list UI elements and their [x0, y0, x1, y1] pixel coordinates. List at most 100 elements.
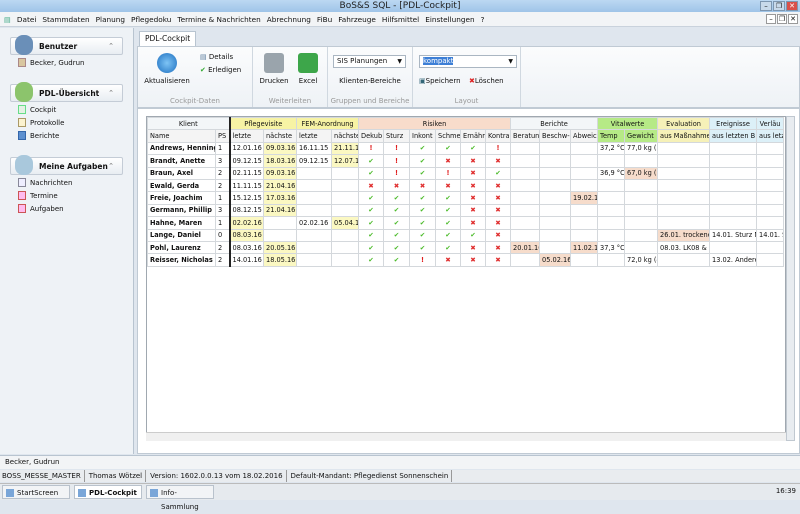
klienten-bereiche-button[interactable]: Klienten-Bereiche	[328, 77, 412, 85]
aktualisieren-button[interactable]: Aktualisieren	[144, 53, 190, 85]
column-header[interactable]: aus letzt	[756, 129, 785, 143]
column-header[interactable]: letzte	[228, 129, 264, 143]
excel-button[interactable]: Excel	[295, 53, 321, 85]
column-header[interactable]: Gewicht	[624, 129, 659, 143]
column-header[interactable]: Inkont	[409, 129, 437, 143]
sidebar-item-termine[interactable]: Termine	[0, 188, 133, 201]
risk-cross-icon: ✖	[460, 178, 487, 193]
bericht-cell: 20.01.16	[510, 240, 541, 255]
drucken-button[interactable]: Drucken	[259, 53, 289, 85]
item-label: Cockpit	[30, 105, 57, 114]
task-pdl-cockpit[interactable]: PDL-Cockpit	[74, 485, 142, 499]
menu-item[interactable]: Pflegedoku	[131, 15, 171, 24]
table-row[interactable]: Pohl, Laurenz 2 08.03.16 20.05.16 ✔ ✔ ✔ ✔ ✖ ✖ 20.0…	[147, 240, 785, 255]
layout-select[interactable]: kompakt ▼	[419, 55, 517, 68]
evaluation-cell	[657, 253, 711, 267]
column-header[interactable]: nächste	[331, 129, 360, 143]
menu-item[interactable]: Planung	[96, 15, 125, 24]
tab-pdl-cockpit[interactable]: PDL-Cockpit ×	[139, 31, 196, 57]
table-row[interactable]: Lange, Daniel 0 08.03.16 ✔ ✔ ✔ ✔ ✔ ✖ 26.01. trock…	[147, 228, 785, 242]
excel-icon	[298, 53, 318, 73]
column-header[interactable]: Sturz	[383, 129, 411, 143]
column-header[interactable]: aus Maßnahme	[657, 129, 711, 143]
sidebar-item-user[interactable]: Becker, Gudrun	[0, 55, 133, 68]
column-header[interactable]: Kontra	[485, 129, 512, 143]
app-menu-icon[interactable]: ▤	[4, 15, 11, 24]
sis-planungen-select[interactable]: SIS Planungen ▼	[333, 55, 406, 68]
column-header[interactable]: Abweicl	[570, 129, 599, 143]
section-benutzer[interactable]: Benutzer ⌃	[10, 35, 123, 55]
mdi-close-button[interactable]: ✕	[788, 14, 798, 24]
section-aufgaben[interactable]: Meine Aufgaben ⌃	[10, 155, 123, 175]
column-header[interactable]: Ernähr	[460, 129, 487, 143]
table-row[interactable]: Andrews, Henning 1 12.01.16 09.03.16 16.11.1…	[147, 141, 785, 156]
table-row[interactable]: Hahne, Maren102.02.1602.02.1605.04.16✔✔✔…	[147, 216, 785, 230]
chevron-up-icon[interactable]: ⌃	[108, 89, 114, 97]
section-pdl[interactable]: PDL-Übersicht ⌃	[10, 82, 123, 102]
menu-item[interactable]: Stammdaten	[42, 15, 89, 24]
menu-item[interactable]: Datei	[17, 15, 36, 24]
column-header[interactable]: aus letzten B	[709, 129, 758, 143]
vertical-scrollbar[interactable]	[786, 116, 795, 441]
risk-check-icon: ✔	[383, 228, 411, 242]
sidebar-item-protokolle[interactable]: Protokolle	[0, 115, 133, 128]
pflegevisite-naechste: 20.05.16	[262, 240, 298, 255]
menu-item[interactable]: ?	[481, 15, 485, 24]
table-row[interactable]: Germann, Phillip 3 08.12.15 21.04.16 ✔ ✔ ✔ ✔ ✖ ✖	[147, 203, 785, 218]
sidebar-item-aufgaben[interactable]: Aufgaben	[0, 201, 133, 214]
sidebar-item-cockpit[interactable]: Cockpit	[0, 102, 133, 115]
client-name: Reisser, Nicholas	[147, 253, 216, 267]
close-button[interactable]: ✕	[786, 1, 798, 11]
table-row[interactable]: Freie, Joachim 1 15.12.15 17.03.16 ✔ ✔ ✔ ✔ ✖ ✖ 19.…	[147, 191, 785, 205]
mdi-restore-button[interactable]: ❐	[777, 14, 787, 24]
column-header[interactable]: letzte	[296, 129, 333, 143]
bericht-cell	[539, 216, 572, 230]
chevron-up-icon[interactable]: ⌃	[108, 162, 114, 170]
column-header[interactable]: Name	[147, 129, 216, 143]
group-cockpit-daten: Aktualisieren ▤ Details ✔ Erledigen Cock…	[138, 47, 253, 107]
task-startscreen[interactable]: StartScreen	[2, 485, 70, 499]
chevron-up-icon[interactable]: ⌃	[108, 42, 114, 50]
sidebar-item-berichte[interactable]: Berichte	[0, 128, 133, 141]
column-header[interactable]: Temp	[597, 129, 626, 143]
fem-letzte: 09.12.15	[296, 154, 333, 168]
status-user: Thomas Wötzel	[89, 470, 147, 482]
mdi-minimize-button[interactable]: –	[766, 14, 776, 24]
table-row[interactable]: Reisser, Nicholas 2 14.01.16 18.05.16 ✔ ✔! ✖ ✖ ✖…	[147, 253, 785, 267]
minimize-button[interactable]: –	[760, 1, 772, 11]
bericht-cell	[510, 203, 541, 218]
menu-item[interactable]: Einstellungen	[425, 15, 474, 24]
task-info-sammlung[interactable]: Info-Sammlung	[146, 485, 214, 511]
bericht-cell	[510, 154, 541, 168]
menu-item[interactable]: Termine & Nachrichten	[177, 15, 260, 24]
table-row[interactable]: Brandt, Anette 3 09.12.15 18.03.16 09.12.15 1…	[147, 154, 785, 168]
column-header[interactable]: nächste	[262, 129, 298, 143]
bericht-cell	[539, 154, 572, 168]
column-header[interactable]: Dekub	[358, 129, 385, 143]
menu-item[interactable]: Abrechnung	[267, 15, 311, 24]
details-button[interactable]: ▤ Details	[200, 53, 233, 61]
loeschen-button[interactable]: ✖Löschen	[469, 77, 504, 85]
group-layout: kompakt ▼ ▣Speichern ✖Löschen Layout	[413, 47, 521, 107]
bericht-cell	[539, 203, 572, 218]
column-header[interactable]: Schme	[435, 129, 462, 143]
risk-check-icon: ✔	[409, 203, 437, 218]
details-icon: ▤	[200, 53, 207, 61]
pflegevisite-naechste: 09.03.16	[262, 166, 298, 180]
menu-item[interactable]: Fahrzeuge	[338, 15, 376, 24]
column-header[interactable]: Beschw-	[539, 129, 572, 143]
restore-button[interactable]: ❐	[773, 1, 785, 11]
erledigen-button[interactable]: ✔ Erledigen	[200, 66, 241, 74]
table-row[interactable]: Ewald, Gerda 2 11.11.15 21.04.16 ✖ ✖ ✖ ✖ ✖ ✖	[147, 178, 785, 193]
column-header[interactable]: Beratun	[510, 129, 541, 143]
menu-item[interactable]: Hilfsmittel	[382, 15, 419, 24]
speichern-button[interactable]: ▣Speichern	[419, 77, 461, 85]
client-name: Lange, Daniel	[147, 228, 216, 242]
risk-cross-icon: ✖	[460, 166, 487, 180]
table-row[interactable]: Braun, Axel 2 02.11.15 09.03.16 ✔! ✔! ✖ ✔ 36,9 °…	[147, 166, 785, 180]
menu-item[interactable]: FiBu	[317, 15, 332, 24]
horizontal-scrollbar[interactable]	[146, 432, 786, 441]
sidebar-item-nachrichten[interactable]: Nachrichten	[0, 175, 133, 188]
column-header[interactable]: PS	[215, 129, 230, 143]
pflegevisite-letzte: 02.02.16	[228, 216, 264, 230]
